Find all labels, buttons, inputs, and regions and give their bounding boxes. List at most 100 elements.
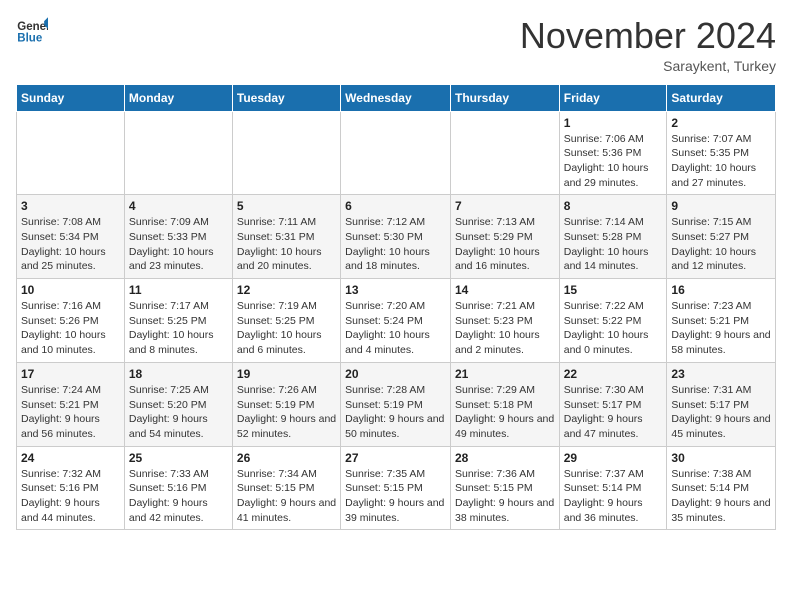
day-info: Sunrise: 7:29 AM Sunset: 5:18 PM Dayligh…: [455, 383, 555, 442]
day-info: Sunrise: 7:08 AM Sunset: 5:34 PM Dayligh…: [21, 215, 120, 274]
calendar-cell: 4 Sunrise: 7:09 AM Sunset: 5:33 PM Daylig…: [124, 195, 232, 279]
day-number: 18: [129, 367, 228, 381]
calendar-cell: 16 Sunrise: 7:23 AM Sunset: 5:21 PM Dayli…: [667, 279, 776, 363]
day-number: 12: [237, 283, 336, 297]
week-row-0: 1 Sunrise: 7:06 AM Sunset: 5:36 PM Daylig…: [17, 111, 776, 195]
day-number: 15: [564, 283, 663, 297]
day-info: Sunrise: 7:25 AM Sunset: 5:20 PM Dayligh…: [129, 383, 228, 442]
calendar-cell: 29 Sunrise: 7:37 AM Sunset: 5:14 PM Dayli…: [559, 446, 667, 530]
calendar-cell: 5 Sunrise: 7:11 AM Sunset: 5:31 PM Daylig…: [232, 195, 340, 279]
day-info: Sunrise: 7:37 AM Sunset: 5:14 PM Dayligh…: [564, 467, 663, 526]
calendar-cell: 28Sunrise: 7:36 AM Sunset: 5:15 PM Dayli…: [450, 446, 559, 530]
header: General Blue November 2024 Saraykent, Tu…: [16, 16, 776, 74]
day-info: Sunrise: 7:28 AM Sunset: 5:19 PM Dayligh…: [345, 383, 446, 442]
calendar-cell: 19 Sunrise: 7:26 AM Sunset: 5:19 PM Dayli…: [232, 362, 340, 446]
weekday-sunday: Sunday: [17, 84, 125, 111]
day-number: 7: [455, 199, 555, 213]
weekday-tuesday: Tuesday: [232, 84, 340, 111]
day-number: 9: [671, 199, 771, 213]
calendar-cell: 26 Sunrise: 7:34 AM Sunset: 5:15 PM Dayli…: [232, 446, 340, 530]
day-info: Sunrise: 7:12 AM Sunset: 5:30 PM Dayligh…: [345, 215, 446, 274]
day-number: 16: [671, 283, 771, 297]
svg-text:Blue: Blue: [17, 33, 43, 45]
day-info: Sunrise: 7:09 AM Sunset: 5:33 PM Dayligh…: [129, 215, 228, 274]
day-number: 4: [129, 199, 228, 213]
calendar-cell: 11 Sunrise: 7:17 AM Sunset: 5:25 PM Dayli…: [124, 279, 232, 363]
calendar-cell: 18 Sunrise: 7:25 AM Sunset: 5:20 PM Dayli…: [124, 362, 232, 446]
calendar-cell: 6 Sunrise: 7:12 AM Sunset: 5:30 PM Daylig…: [341, 195, 451, 279]
calendar-cell: 7 Sunrise: 7:13 AM Sunset: 5:29 PM Daylig…: [450, 195, 559, 279]
calendar-cell: 20Sunrise: 7:28 AM Sunset: 5:19 PM Dayli…: [341, 362, 451, 446]
day-info: Sunrise: 7:31 AM Sunset: 5:17 PM Dayligh…: [671, 383, 771, 442]
day-number: 5: [237, 199, 336, 213]
day-info: Sunrise: 7:21 AM Sunset: 5:23 PM Dayligh…: [455, 299, 555, 358]
location: Saraykent, Turkey: [520, 58, 776, 74]
month-title: November 2024: [520, 16, 776, 56]
day-number: 17: [21, 367, 120, 381]
day-number: 6: [345, 199, 446, 213]
day-number: 25: [129, 451, 228, 465]
day-info: Sunrise: 7:24 AM Sunset: 5:21 PM Dayligh…: [21, 383, 120, 442]
logo-icon: General Blue: [16, 16, 48, 48]
day-info: Sunrise: 7:38 AM Sunset: 5:14 PM Dayligh…: [671, 467, 771, 526]
calendar-cell: 3 Sunrise: 7:08 AM Sunset: 5:34 PM Daylig…: [17, 195, 125, 279]
calendar-cell: 24 Sunrise: 7:32 AM Sunset: 5:16 PM Dayli…: [17, 446, 125, 530]
page: General Blue November 2024 Saraykent, Tu…: [0, 0, 792, 540]
day-info: Sunrise: 7:06 AM Sunset: 5:36 PM Dayligh…: [564, 132, 663, 191]
day-info: Sunrise: 7:33 AM Sunset: 5:16 PM Dayligh…: [129, 467, 228, 526]
calendar-cell: 14 Sunrise: 7:21 AM Sunset: 5:23 PM Dayli…: [450, 279, 559, 363]
day-info: Sunrise: 7:34 AM Sunset: 5:15 PM Dayligh…: [237, 467, 336, 526]
day-number: 3: [21, 199, 120, 213]
calendar-cell: 23 Sunrise: 7:31 AM Sunset: 5:17 PM Dayli…: [667, 362, 776, 446]
calendar-cell: 8 Sunrise: 7:14 AM Sunset: 5:28 PM Daylig…: [559, 195, 667, 279]
day-info: Sunrise: 7:26 AM Sunset: 5:19 PM Dayligh…: [237, 383, 336, 442]
calendar-cell: 15 Sunrise: 7:22 AM Sunset: 5:22 PM Dayli…: [559, 279, 667, 363]
week-row-1: 3 Sunrise: 7:08 AM Sunset: 5:34 PM Daylig…: [17, 195, 776, 279]
calendar-cell: 9 Sunrise: 7:15 AM Sunset: 5:27 PM Daylig…: [667, 195, 776, 279]
svg-text:General: General: [17, 21, 48, 33]
day-number: 14: [455, 283, 555, 297]
day-info: Sunrise: 7:20 AM Sunset: 5:24 PM Dayligh…: [345, 299, 446, 358]
logo: General Blue: [16, 16, 50, 48]
title-block: November 2024 Saraykent, Turkey: [520, 16, 776, 74]
day-info: Sunrise: 7:32 AM Sunset: 5:16 PM Dayligh…: [21, 467, 120, 526]
day-number: 10: [21, 283, 120, 297]
calendar-cell: 22Sunrise: 7:30 AM Sunset: 5:17 PM Dayli…: [559, 362, 667, 446]
calendar-body: 1 Sunrise: 7:06 AM Sunset: 5:36 PM Daylig…: [17, 111, 776, 530]
day-number: 24: [21, 451, 120, 465]
calendar-cell: [17, 111, 125, 195]
calendar-cell: 17 Sunrise: 7:24 AM Sunset: 5:21 PM Dayli…: [17, 362, 125, 446]
day-info: Sunrise: 7:16 AM Sunset: 5:26 PM Dayligh…: [21, 299, 120, 358]
day-info: Sunrise: 7:30 AM Sunset: 5:17 PM Dayligh…: [564, 383, 663, 442]
weekday-wednesday: Wednesday: [341, 84, 451, 111]
day-info: Sunrise: 7:13 AM Sunset: 5:29 PM Dayligh…: [455, 215, 555, 274]
day-info: Sunrise: 7:14 AM Sunset: 5:28 PM Dayligh…: [564, 215, 663, 274]
day-number: 11: [129, 283, 228, 297]
calendar-cell: [232, 111, 340, 195]
day-info: Sunrise: 7:11 AM Sunset: 5:31 PM Dayligh…: [237, 215, 336, 274]
calendar-cell: [124, 111, 232, 195]
day-number: 1: [564, 116, 663, 130]
weekday-friday: Friday: [559, 84, 667, 111]
day-number: 29: [564, 451, 663, 465]
day-info: Sunrise: 7:23 AM Sunset: 5:21 PM Dayligh…: [671, 299, 771, 358]
day-number: 26: [237, 451, 336, 465]
day-info: Sunrise: 7:35 AM Sunset: 5:15 PM Dayligh…: [345, 467, 446, 526]
week-row-4: 24 Sunrise: 7:32 AM Sunset: 5:16 PM Dayli…: [17, 446, 776, 530]
day-number: 19: [237, 367, 336, 381]
day-number: 8: [564, 199, 663, 213]
day-info: Sunrise: 7:22 AM Sunset: 5:22 PM Dayligh…: [564, 299, 663, 358]
day-info: Sunrise: 7:15 AM Sunset: 5:27 PM Dayligh…: [671, 215, 771, 274]
calendar-cell: 10 Sunrise: 7:16 AM Sunset: 5:26 PM Dayli…: [17, 279, 125, 363]
day-number: 21: [455, 367, 555, 381]
day-number: 23: [671, 367, 771, 381]
calendar: SundayMondayTuesdayWednesdayThursdayFrid…: [16, 84, 776, 531]
day-info: Sunrise: 7:17 AM Sunset: 5:25 PM Dayligh…: [129, 299, 228, 358]
day-number: 28: [455, 451, 555, 465]
day-number: 30: [671, 451, 771, 465]
weekday-saturday: Saturday: [667, 84, 776, 111]
calendar-cell: 13Sunrise: 7:20 AM Sunset: 5:24 PM Dayli…: [341, 279, 451, 363]
calendar-cell: 30 Sunrise: 7:38 AM Sunset: 5:14 PM Dayli…: [667, 446, 776, 530]
calendar-cell: 27Sunrise: 7:35 AM Sunset: 5:15 PM Dayli…: [341, 446, 451, 530]
week-row-3: 17 Sunrise: 7:24 AM Sunset: 5:21 PM Dayli…: [17, 362, 776, 446]
